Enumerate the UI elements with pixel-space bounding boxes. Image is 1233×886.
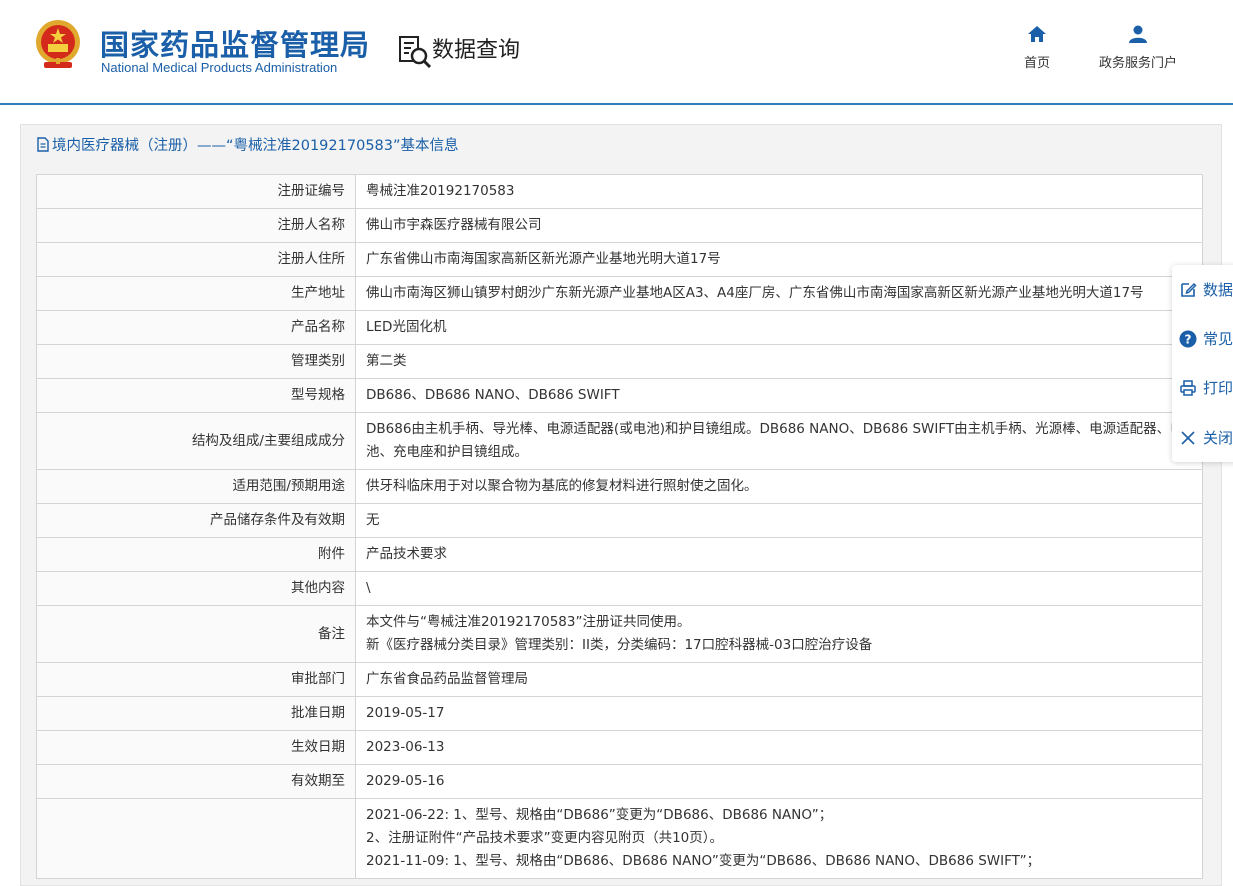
table-row: 生效日期 2023-06-13 <box>36 730 1203 765</box>
row-value: DB686、DB686 NANO、DB686 SWIFT <box>355 378 1203 413</box>
table-row: 产品名称 LED光固化机 <box>36 310 1203 345</box>
row-value: 产品技术要求 <box>355 537 1203 572</box>
row-label: 型号规格 <box>36 378 356 413</box>
row-label: 结构及组成/主要组成成分 <box>36 412 356 470</box>
table-row: 有效期至 2029-05-16 <box>36 764 1203 799</box>
row-value: 2021-06-22: 1、型号、规格由“DB686”变更为“DB686、DB6… <box>355 798 1203 879</box>
floating-toolbar: 数据 ? 常见 打印 关闭 <box>1172 265 1233 462</box>
table-row: 结构及组成/主要组成成分 DB686由主机手柄、导光棒、电源适配器(或电池)和护目… <box>36 412 1203 470</box>
data-query-title: 数据查询 <box>432 38 521 63</box>
close-icon <box>1181 430 1195 445</box>
data-query-icon <box>399 36 432 68</box>
table-row: 生产地址 佛山市南海区狮山镇罗村朗沙广东新光源产业基地A区A3、A4座厂房、广东省… <box>36 276 1203 311</box>
float-print-button[interactable]: 打印 <box>1179 377 1233 398</box>
row-label: 适用范围/预期用途 <box>36 469 356 504</box>
row-value: 第二类 <box>355 344 1203 379</box>
row-label: 管理类别 <box>36 344 356 379</box>
home-icon <box>1028 26 1046 42</box>
table-row: 其他内容 \ <box>36 571 1203 606</box>
row-value-line: 2021-11-09: 1、型号、规格由“DB686、DB686 NANO”变更… <box>366 853 1041 869</box>
svg-text:?: ? <box>1185 332 1192 346</box>
row-value: DB686由主机手柄、导光棒、电源适配器(或电池)和护目镜组成。DB686 NA… <box>355 412 1203 470</box>
site-header: 国家药品监督管理局 National Medical Products Admi… <box>0 0 1233 104</box>
print-icon <box>1180 379 1196 396</box>
row-label: 备注 <box>36 605 356 663</box>
site-title-en: National Medical Products Administration <box>101 60 338 75</box>
row-value-line: 2、注册证附件“产品技术要求”变更内容见附页（共10页）。 <box>366 830 724 846</box>
row-value: 广东省食品药品监督管理局 <box>355 662 1203 697</box>
float-close-label: 关闭 <box>1203 429 1233 447</box>
row-label: 有效期至 <box>36 764 356 799</box>
row-value: 广东省佛山市南海国家高新区新光源产业基地光明大道17号 <box>355 242 1203 277</box>
row-label: 注册人住所 <box>36 242 356 277</box>
site-title-cn: 国家药品监督管理局 <box>100 28 371 62</box>
row-label: 其他内容 <box>36 571 356 606</box>
row-value: 2019-05-17 <box>355 696 1203 731</box>
table-row: 2021-06-22: 1、型号、规格由“DB686”变更为“DB686、DB6… <box>36 798 1203 879</box>
row-label: 生效日期 <box>36 730 356 765</box>
header-divider <box>0 103 1233 105</box>
row-value: 供牙科临床用于对以聚合物为基底的修复材料进行照射使之固化。 <box>355 469 1203 504</box>
table-row: 产品储存条件及有效期无 <box>36 503 1203 538</box>
row-value: 佛山市南海区狮山镇罗村朗沙广东新光源产业基地A区A3、A4座厂房、广东省佛山市南… <box>355 276 1203 311</box>
table-row: 型号规格 DB686、DB686 NANO、DB686 SWIFT <box>36 378 1203 413</box>
table-row: 注册人名称 佛山市宇森医疗器械有限公司 <box>36 208 1203 243</box>
row-value: LED光固化机 <box>355 310 1203 345</box>
row-value: \ <box>355 571 1203 606</box>
table-row: 备注 本文件与“粤械注准20192170583”注册证共同使用。新《医疗器械分类目… <box>36 605 1203 663</box>
row-value-line: 2021-06-22: 1、型号、规格由“DB686”变更为“DB686、DB6… <box>366 807 833 823</box>
row-label: 产品储存条件及有效期 <box>36 503 356 538</box>
row-value: 无 <box>355 503 1203 538</box>
row-value: 2023-06-13 <box>355 730 1203 765</box>
info-table: 注册证编号 粤械注准20192170583 注册人名称 佛山市宇森医疗器械有限公司 注册… <box>36 174 1203 879</box>
row-value: 2029-05-16 <box>355 764 1203 799</box>
table-row: 附件 产品技术要求 <box>36 537 1203 572</box>
float-close-button[interactable]: 关闭 <box>1179 427 1233 448</box>
row-value-line: 新《医疗器械分类目录》管理类别：II类，分类编码：17口腔科器械-03口腔治疗设… <box>366 637 873 653</box>
float-faq-label: 常见 <box>1203 330 1233 348</box>
help-icon: ? <box>1179 330 1197 347</box>
nav-home-label: 首页 <box>1023 56 1050 71</box>
document-icon <box>37 137 49 152</box>
national-emblem-icon <box>36 20 80 68</box>
row-label: 审批部门 <box>36 662 356 697</box>
table-row: 管理类别 第二类 <box>36 344 1203 379</box>
row-label: 附件 <box>36 537 356 572</box>
row-value: 粤械注准20192170583 <box>355 174 1203 209</box>
row-label: 批准日期 <box>36 696 356 731</box>
float-data-label: 数据 <box>1203 281 1233 299</box>
row-label: 生产地址 <box>36 276 356 311</box>
table-row: 注册证编号 粤械注准20192170583 <box>36 174 1203 209</box>
user-icon <box>1129 25 1147 43</box>
panel-title-text: 境内医疗器械（注册）——“粤械注准20192170583”基本信息 <box>52 138 459 154</box>
row-label: 产品名称 <box>36 310 356 345</box>
row-value: 佛山市宇森医疗器械有限公司 <box>355 208 1203 243</box>
float-print-label: 打印 <box>1203 379 1233 397</box>
edit-icon <box>1181 282 1197 297</box>
table-row: 审批部门 广东省食品药品监督管理局 <box>36 662 1203 697</box>
nav-gov-portal-label: 政务服务门户 <box>1098 56 1177 71</box>
panel-title: 境内医疗器械（注册）——“粤械注准20192170583”基本信息 <box>36 134 459 155</box>
nav-home[interactable]: 首页 <box>1016 24 1058 71</box>
row-value: 本文件与“粤械注准20192170583”注册证共同使用。新《医疗器械分类目录》… <box>355 605 1203 663</box>
table-row: 适用范围/预期用途 供牙科临床用于对以聚合物为基底的修复材料进行照射使之固化。 <box>36 469 1203 504</box>
table-row: 批准日期 2019-05-17 <box>36 696 1203 731</box>
row-label: 注册人名称 <box>36 208 356 243</box>
row-label <box>36 798 356 879</box>
row-label: 注册证编号 <box>36 174 356 209</box>
float-faq-button[interactable]: ? 常见 <box>1179 328 1233 349</box>
float-data-button[interactable]: 数据 <box>1179 279 1233 300</box>
row-value-line: 本文件与“粤械注准20192170583”注册证共同使用。 <box>366 614 691 630</box>
table-row: 注册人住所 广东省佛山市南海国家高新区新光源产业基地光明大道17号 <box>36 242 1203 277</box>
nav-gov-portal[interactable]: 政务服务门户 <box>1094 24 1182 71</box>
